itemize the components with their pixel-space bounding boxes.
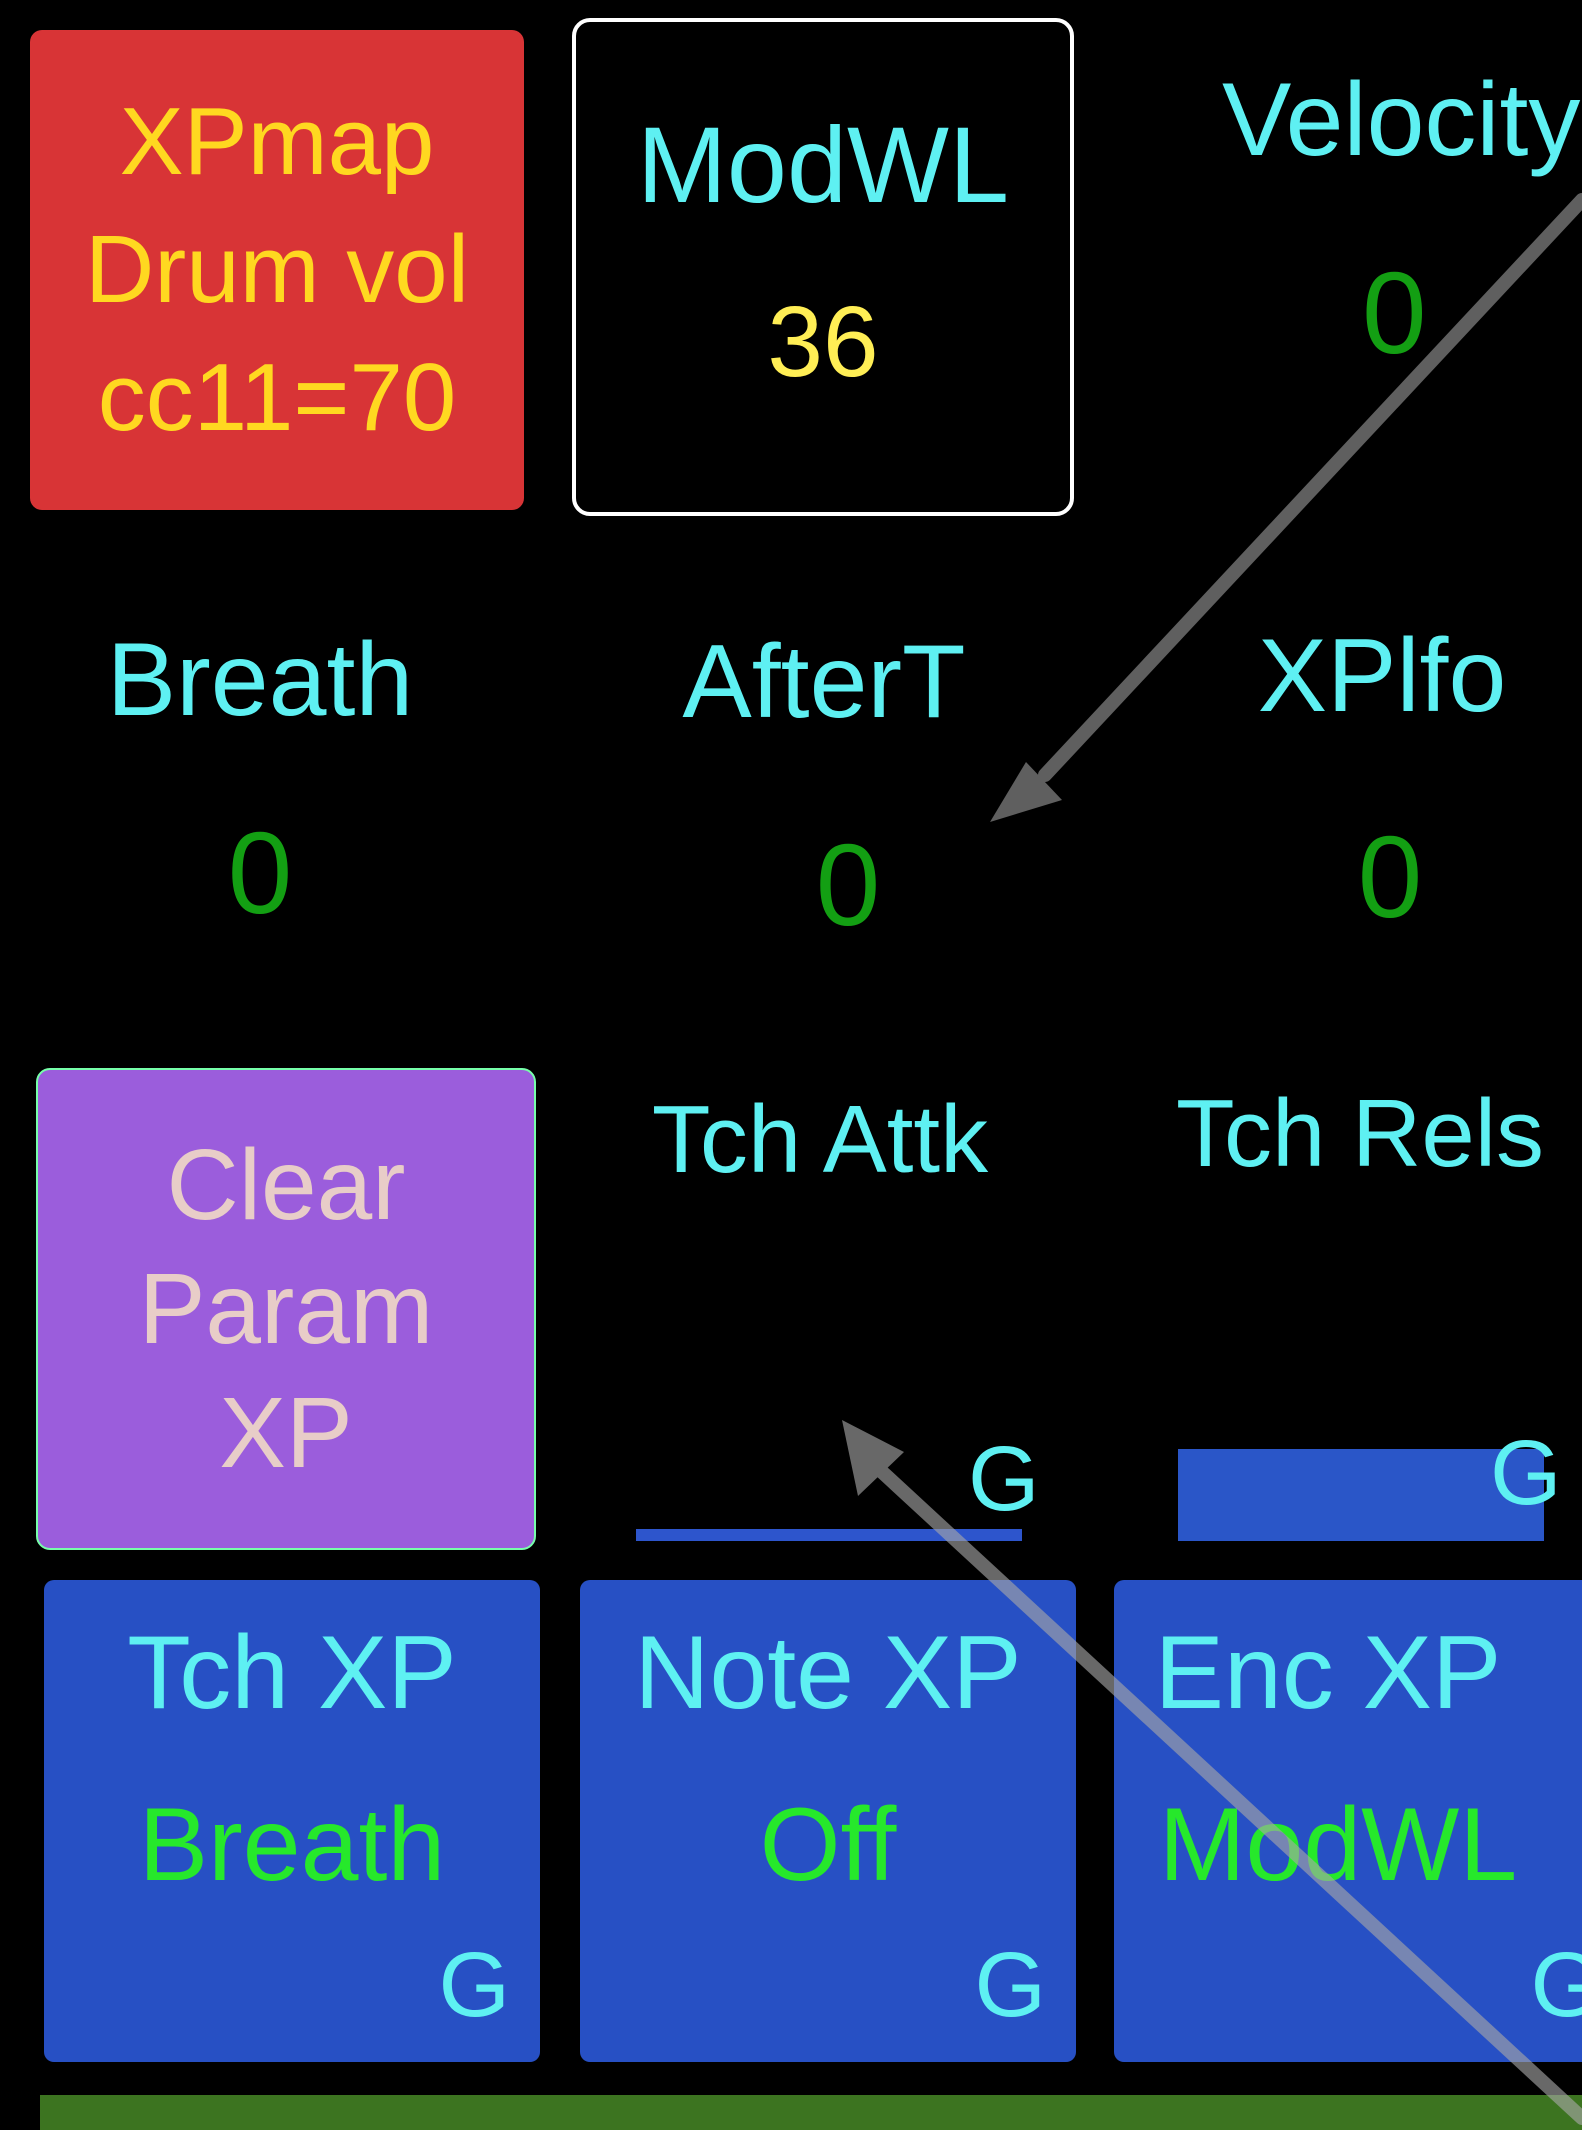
clear-param-xp-button[interactable]: Clear Param XP [36,1068,536,1550]
tch-xp-value: Breath [138,1787,446,1903]
xpmap-label-line3: cc11=70 [97,344,457,451]
enc-xp-g-indicator: G [1530,1934,1582,2036]
tch-attk-level-bar [636,1529,1022,1541]
xpmap-drum-vol-button[interactable]: XPmap Drum vol cc11=70 [30,30,524,510]
clear-label-line2: Param [138,1253,434,1365]
modwl-value: 36 [767,286,879,398]
note-xp-title: Note XP [634,1615,1022,1731]
xplfo-title: XPlfo [1257,618,1507,734]
clear-label-line1: Clear [166,1129,406,1241]
breath-value: 0 [227,808,293,938]
note-xp-button[interactable]: Note XP Off G [580,1580,1076,2062]
tch-xp-title: Tch XP [127,1615,457,1731]
tch-rels-title: Tch Rels [1175,1080,1545,1187]
enc-xp-value: ModWL [1158,1787,1518,1903]
clear-label-line3: XP [219,1377,353,1489]
tch-rels-g-indicator: G [1490,1422,1562,1524]
note-xp-g-indicator: G [974,1934,1046,2036]
tch-xp-g-indicator: G [438,1934,510,2036]
tch-xp-button[interactable]: Tch XP Breath G [44,1580,540,2062]
enc-xp-title: Enc XP [1154,1615,1502,1731]
modwl-selected-box[interactable]: ModWL 36 [572,18,1074,516]
tch-attk-g-indicator: G [968,1428,1040,1530]
xpmap-label-line1: XPmap [119,88,435,195]
breath-title: Breath [106,622,414,738]
enc-xp-button[interactable]: Enc XP ModWL G [1114,1580,1582,2062]
aftert-value: 0 [815,820,881,950]
xplfo-value: 0 [1357,812,1423,942]
bottom-status-strip [40,2095,1582,2130]
xpmap-label-line2: Drum vol [84,216,470,323]
aftert-title: AfterT [682,624,966,740]
velocity-title: Velocity [1222,62,1581,178]
tch-attk-title: Tch Attk [651,1086,989,1193]
velocity-value: 0 [1362,248,1427,378]
modwl-title: ModWL [636,104,1010,225]
note-xp-value: Off [759,1787,897,1903]
